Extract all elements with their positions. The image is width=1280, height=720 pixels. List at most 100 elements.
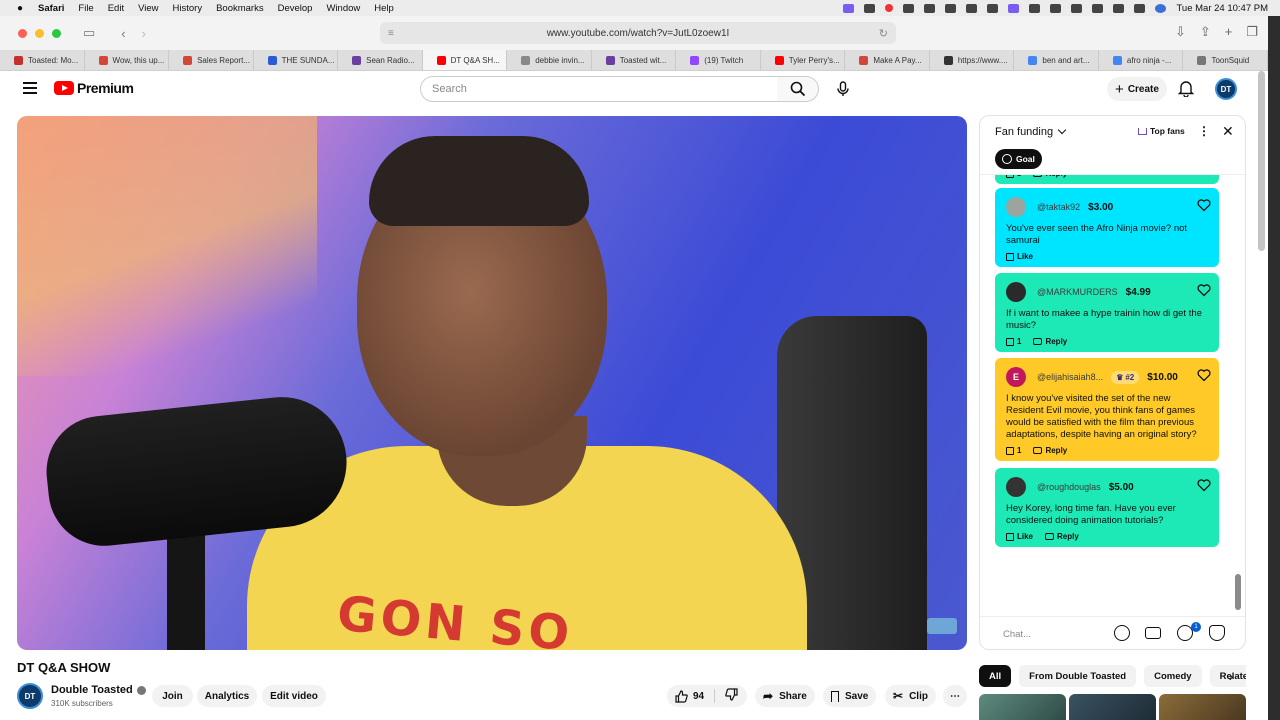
commenter-name[interactable]: @MARKMURDERS <box>1037 287 1118 297</box>
menu-view[interactable]: View <box>138 3 158 14</box>
emoji-icon[interactable] <box>1114 625 1130 641</box>
zoom-window-button[interactable] <box>52 28 61 38</box>
channel-avatar[interactable]: DT <box>17 683 43 709</box>
menu-bookmarks[interactable]: Bookmarks <box>216 3 264 14</box>
like-message-button[interactable]: Like <box>1006 532 1033 541</box>
chat-scrollbar[interactable] <box>1235 574 1241 610</box>
reply-button[interactable]: Reply <box>1033 175 1067 178</box>
dislike-button[interactable] <box>725 688 738 704</box>
back-icon[interactable]: ‹ <box>121 26 125 41</box>
minimize-window-button[interactable] <box>35 28 44 38</box>
commenter-avatar[interactable]: E <box>1006 367 1026 387</box>
like-message-button[interactable]: 1 <box>1006 337 1021 346</box>
page-menu-icon[interactable]: ≡ <box>388 28 394 39</box>
cloud-icon[interactable] <box>924 3 936 13</box>
heart-icon[interactable] <box>1209 625 1225 641</box>
thumbnail[interactable] <box>1159 694 1246 720</box>
browser-tab[interactable]: afro ninja -... <box>1099 50 1184 70</box>
screen-icon[interactable] <box>1008 3 1020 13</box>
menu-help[interactable]: Help <box>374 3 394 14</box>
commenter-avatar[interactable] <box>1006 197 1026 217</box>
chip-from-channel[interactable]: From Double Toasted <box>1019 665 1137 687</box>
clip-button[interactable]: ✂ Clip <box>885 685 936 707</box>
browser-tab[interactable]: Make A Pay... <box>845 50 930 70</box>
share-icon[interactable]: ⇪ <box>1200 24 1211 40</box>
heart-icon[interactable] <box>1197 478 1211 492</box>
commenter-name[interactable]: @roughdouglas <box>1037 482 1101 492</box>
reload-icon[interactable]: ↻ <box>879 27 888 40</box>
tab-overview-icon[interactable]: ❐ <box>1246 24 1258 40</box>
app-status-icon[interactable] <box>843 3 855 13</box>
heart-icon[interactable] <box>1197 198 1211 212</box>
goal-button[interactable]: Goal <box>995 149 1042 169</box>
join-button[interactable]: Join <box>152 685 193 707</box>
video-player[interactable]: GON SO <box>17 116 967 650</box>
chat-messages[interactable]: I love the show and I love Martin. Can I… <box>980 174 1245 612</box>
channel-name[interactable]: Double Toasted <box>51 684 146 696</box>
menu-edit[interactable]: Edit <box>108 3 124 14</box>
menu-icon[interactable] <box>23 82 37 94</box>
browser-tab[interactable]: ben and art... <box>1014 50 1099 70</box>
browser-tab[interactable]: https://www.... <box>930 50 1015 70</box>
browser-tab[interactable]: Sales Report... <box>169 50 254 70</box>
sidebar-icon[interactable]: ▭ <box>83 25 95 41</box>
browser-tab[interactable]: Toasted: Mo... <box>0 50 85 70</box>
window-scrollbar[interactable] <box>1258 71 1265 251</box>
save-button[interactable]: Save <box>823 685 877 707</box>
browser-tab[interactable]: (19) Twitch <box>676 50 761 70</box>
commenter-name[interactable]: @elijahisaiah8... <box>1037 372 1103 382</box>
chat-mode-dropdown[interactable]: Fan funding <box>995 125 1067 138</box>
address-bar[interactable]: ≡ www.youtube.com/watch?v=JutL0zoew1I ↻ <box>380 22 896 44</box>
super-chat-card[interactable]: @roughdouglas $5.00 Hey Korey, long time f… <box>995 468 1219 547</box>
more-actions-button[interactable]: ⋯ <box>943 685 967 707</box>
commenter-name[interactable]: @taktak92 <box>1037 202 1080 212</box>
like-message-button[interactable]: Like <box>1006 252 1033 261</box>
chevron-right-icon[interactable]: › <box>1222 667 1240 685</box>
like-message-button[interactable]: 3 <box>1006 175 1021 178</box>
browser-tab[interactable]: Wow, this up... <box>85 50 170 70</box>
channel-watermark[interactable] <box>927 618 957 634</box>
app-status-icon[interactable] <box>864 3 876 13</box>
search-icon[interactable] <box>966 3 978 13</box>
download-icon[interactable]: ⇩ <box>1175 24 1186 40</box>
browser-tab[interactable]: THE SUNDA... <box>254 50 339 70</box>
app-status-icon[interactable] <box>903 3 915 13</box>
analytics-button[interactable]: Analytics <box>197 685 257 707</box>
browser-tab[interactable]: Tyler Perry's... <box>761 50 846 70</box>
notifications-button[interactable] <box>1177 80 1195 102</box>
search-input[interactable]: Search <box>420 76 778 102</box>
browser-tab[interactable]: DT Q&A SH... <box>422 50 508 70</box>
history-icon[interactable] <box>1029 3 1041 13</box>
heart-icon[interactable] <box>1197 283 1211 297</box>
chip-comedy[interactable]: Comedy <box>1144 665 1202 687</box>
search-button[interactable] <box>777 76 819 102</box>
reply-button[interactable]: Reply <box>1033 337 1067 346</box>
account-avatar[interactable]: DT <box>1215 78 1237 100</box>
chip-all[interactable]: All <box>979 665 1012 687</box>
close-window-button[interactable] <box>18 28 27 38</box>
menu-window[interactable]: Window <box>326 3 360 14</box>
app-status-icon[interactable] <box>945 3 957 13</box>
super-chat-card[interactable]: @MARKMURDERS $4.99 If i want to makee a hy… <box>995 273 1219 352</box>
top-fans-button[interactable]: Top fans <box>1138 126 1185 136</box>
browser-tab[interactable]: debbie invin... <box>507 50 592 70</box>
share-button[interactable]: ➦ Share <box>755 685 815 707</box>
control-center-icon[interactable] <box>1134 3 1146 13</box>
play-icon[interactable] <box>1071 3 1083 13</box>
menu-develop[interactable]: Develop <box>278 3 313 14</box>
bluetooth-icon[interactable] <box>1092 3 1104 13</box>
menu-file[interactable]: File <box>78 3 93 14</box>
reply-button[interactable]: Reply <box>1033 446 1067 455</box>
menu-history[interactable]: History <box>173 3 203 14</box>
battery-icon[interactable] <box>1050 3 1062 13</box>
more-icon[interactable]: ⋮ <box>1198 125 1210 137</box>
close-icon[interactable]: ✕ <box>1222 124 1234 138</box>
like-button[interactable]: 94 <box>667 689 704 703</box>
youtube-logo[interactable]: Premium <box>54 80 134 96</box>
edit-video-button[interactable]: Edit video <box>262 685 326 707</box>
apple-menu-icon[interactable]: ● <box>12 3 28 14</box>
commenter-avatar[interactable] <box>1006 282 1026 302</box>
browser-tab[interactable]: Sean Radio... <box>338 50 423 70</box>
reply-button[interactable]: Reply <box>1045 532 1079 541</box>
wifi-icon[interactable] <box>1113 3 1125 13</box>
